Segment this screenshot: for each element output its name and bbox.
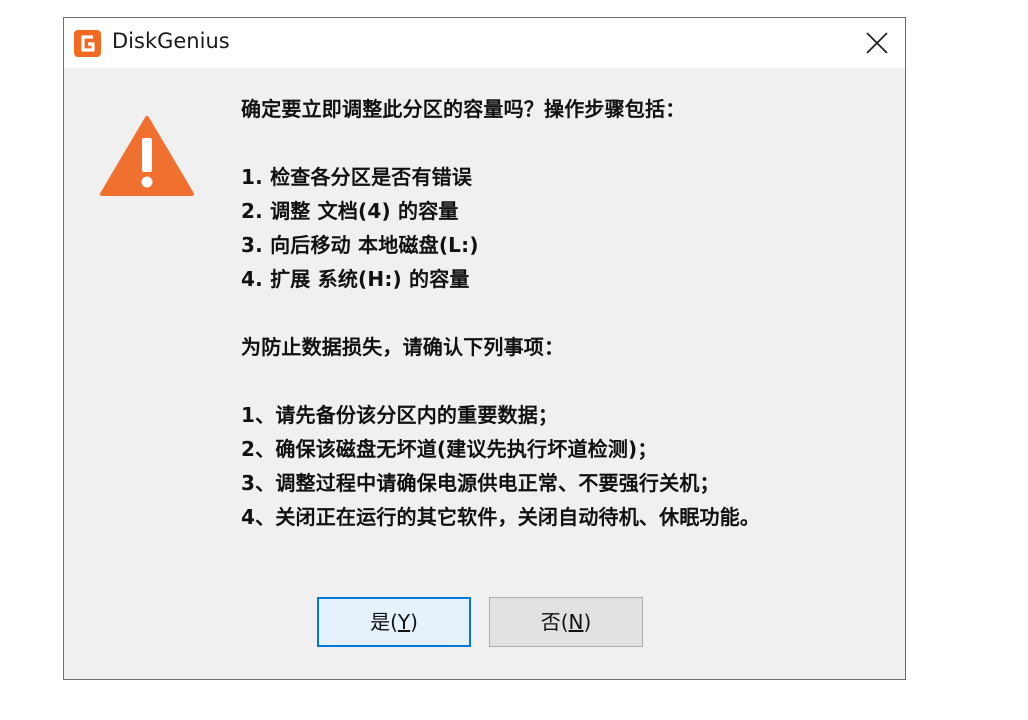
no-button-label: 否( (540, 610, 569, 634)
window-title: DiskGenius (112, 29, 230, 53)
warning-icon (100, 116, 194, 196)
notice-item: 4、关闭正在运行的其它软件，关闭自动待机、休眠功能。 (241, 505, 761, 529)
no-mnemonic: N (568, 610, 584, 634)
question-text: 确定要立即调整此分区的容量吗？操作步骤包括： (241, 97, 686, 121)
yes-mnemonic: Y (397, 610, 411, 634)
notice-item: 1、请先备份该分区内的重要数据； (241, 403, 559, 427)
yes-button[interactable]: 是(Y) (317, 597, 471, 647)
yes-button-label: 是( (370, 610, 398, 634)
title-bar: DiskGenius (64, 18, 905, 68)
step-item: 3. 向后移动 本地磁盘(L:) (241, 233, 479, 257)
close-icon (866, 32, 888, 54)
diskgenius-logo-icon (74, 30, 101, 57)
step-item: 2. 调整 文档(4) 的容量 (241, 199, 459, 223)
step-item: 1. 检查各分区是否有错误 (241, 165, 473, 189)
yes-button-suffix: ) (410, 610, 418, 634)
no-button-suffix: ) (583, 610, 592, 634)
step-item: 4. 扩展 系统(H:) 的容量 (241, 267, 470, 291)
notice-item: 3、调整过程中请确保电源供电正常、不要强行关机； (241, 471, 720, 495)
notice-heading: 为防止数据损失，请确认下列事项： (241, 335, 565, 359)
no-button[interactable]: 否(N) (489, 597, 643, 647)
notice-item: 2、确保该磁盘无坏道(建议先执行坏道检测)； (241, 437, 658, 461)
confirm-dialog: DiskGenius 确定要立即调整此分区的容量吗？操作步骤包括： 1. 检查各… (63, 17, 906, 680)
close-button[interactable] (849, 18, 905, 68)
